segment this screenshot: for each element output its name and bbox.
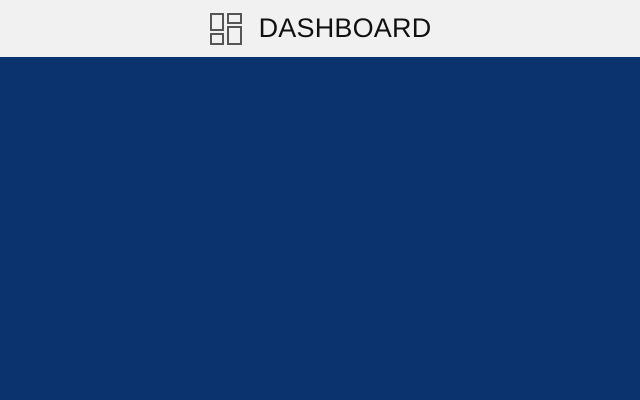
dashboard-icon	[209, 12, 243, 46]
header-title-group: DASHBOARD	[209, 0, 432, 57]
header-bar: DASHBOARD	[0, 0, 640, 57]
main-content-area	[0, 57, 640, 400]
page-title: DASHBOARD	[258, 13, 432, 43]
